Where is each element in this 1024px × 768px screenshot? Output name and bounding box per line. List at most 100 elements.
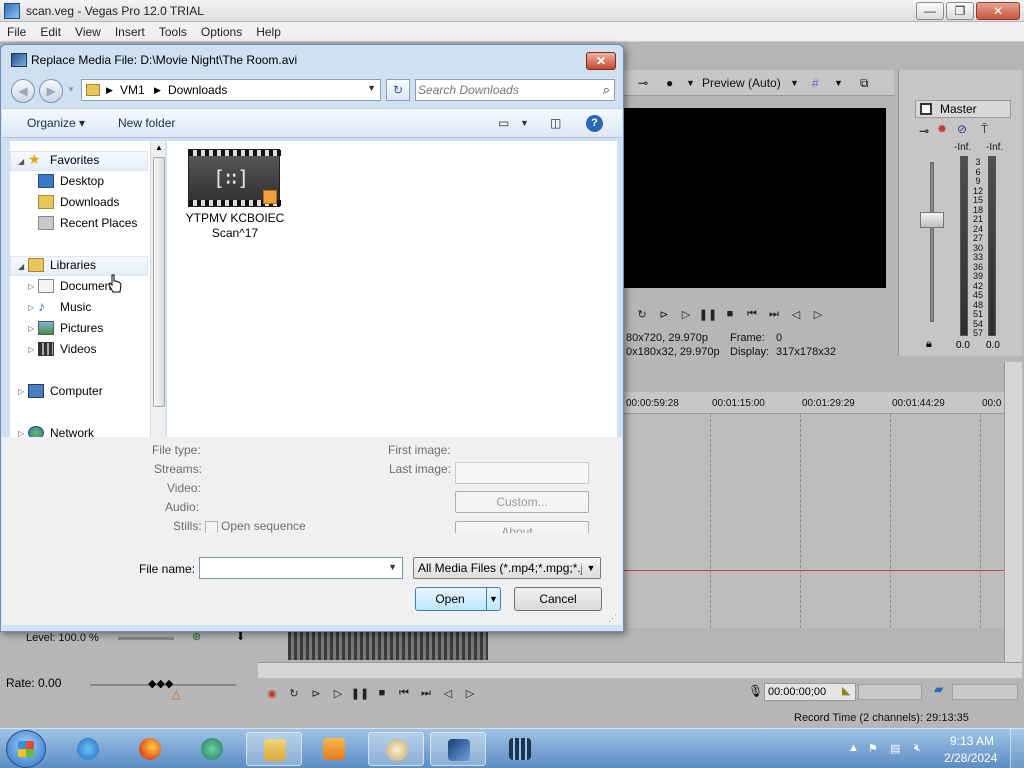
menu-file[interactable]: File	[0, 22, 33, 41]
gear-icon[interactable]: ✹	[937, 122, 947, 136]
dialog-titlebar[interactable]: Replace Media File: D:\Movie Night\The R…	[1, 45, 623, 75]
breadcrumb-downloads[interactable]: Downloads	[168, 83, 227, 97]
organize-button[interactable]: Organize ▾	[27, 116, 85, 130]
lock-icon[interactable]: 🔒︎	[926, 338, 932, 351]
scrollbar-thumb[interactable]	[153, 157, 165, 407]
start-button[interactable]	[6, 730, 46, 768]
timeline-vertical-scrollbar[interactable]	[1004, 362, 1022, 662]
preview-settings-icon[interactable]: ⊸	[638, 76, 648, 90]
master-fader-knob[interactable]	[920, 212, 944, 228]
chevron-down-icon[interactable]: ▼	[520, 118, 529, 128]
go-to-start-icon[interactable]: ⏮	[744, 307, 760, 321]
scroll-up-icon[interactable]: ▲	[155, 143, 163, 152]
selection-end-box[interactable]	[952, 684, 1018, 700]
expand-arrow-icon[interactable]: ▷	[28, 282, 34, 291]
menu-help[interactable]: Help	[249, 22, 288, 41]
previous-frame-icon[interactable]: ◁	[440, 686, 456, 700]
pause-icon[interactable]: ❚❚	[699, 307, 717, 321]
new-folder-button[interactable]: New folder	[118, 116, 175, 130]
chevron-down-icon[interactable]: ▼	[582, 558, 600, 578]
previous-frame-icon[interactable]: ◁	[788, 307, 804, 321]
next-frame-icon[interactable]: ▷	[810, 307, 826, 321]
expand-arrow-icon[interactable]: ▷	[28, 303, 34, 312]
record-icon[interactable]: ◉	[264, 686, 280, 700]
go-to-end-icon[interactable]: ⏭	[418, 686, 434, 700]
flag-icon[interactable]: ⚑	[868, 742, 878, 755]
preview-mode-dropdown[interactable]: Preview (Auto)	[702, 76, 781, 90]
maximize-button[interactable]: ❐	[946, 2, 974, 20]
play-icon[interactable]: ▷	[330, 686, 346, 700]
preview-pane-icon[interactable]: ◫	[550, 116, 561, 130]
timeline-tracks[interactable]	[624, 414, 1004, 628]
help-icon[interactable]: ?	[586, 115, 603, 132]
forward-button[interactable]: ▶	[39, 79, 63, 103]
chevron-down-icon[interactable]: ▼	[367, 83, 376, 93]
file-name-input[interactable]	[203, 560, 379, 576]
collapse-arrow-icon[interactable]: ◢	[18, 157, 24, 166]
taskbar-internet-explorer[interactable]	[60, 732, 116, 766]
menu-insert[interactable]: Insert	[108, 22, 152, 41]
menu-tools[interactable]: Tools	[152, 22, 194, 41]
play-from-start-icon[interactable]: ⊳	[308, 686, 324, 700]
expand-arrow-icon[interactable]: ▷	[18, 387, 24, 396]
fx-icon[interactable]: ⊸	[919, 124, 929, 138]
preview-quality-icon[interactable]: ●	[666, 76, 673, 90]
clock-time[interactable]: 9:13 AM	[950, 734, 994, 748]
play-icon[interactable]: ▷	[678, 307, 694, 321]
open-split-arrow-icon[interactable]: ▼	[486, 588, 500, 610]
minimize-button[interactable]: —	[916, 2, 944, 20]
loop-icon[interactable]: ↻	[634, 307, 650, 321]
taskbar-vegas-pro[interactable]	[430, 732, 486, 766]
file-type-filter-dropdown[interactable]: All Media Files (*.mp4;*.mpg;*.j ▼	[413, 557, 601, 579]
menu-options[interactable]: Options	[194, 22, 249, 41]
search-box[interactable]: ⌕	[415, 79, 615, 101]
recent-locations-icon[interactable]: ▼	[67, 85, 75, 94]
back-button[interactable]: ◀	[11, 79, 35, 103]
overlays-icon[interactable]: #	[812, 76, 819, 90]
chevron-down-icon[interactable]: ▼	[790, 78, 799, 88]
loop-icon[interactable]: ↻	[286, 686, 302, 700]
expand-arrow-icon[interactable]: ▷	[28, 324, 34, 333]
chevron-down-icon[interactable]: ▼	[686, 78, 695, 88]
timeline-ruler[interactable]: 00:00:59:28 00:01:15:00 00:01:29:29 00:0…	[624, 392, 1004, 414]
address-bar[interactable]: ▶ VM1 ▶ Downloads ▼	[81, 79, 381, 101]
show-desktop-button[interactable]	[1010, 729, 1024, 768]
stop-icon[interactable]: ■	[722, 307, 738, 321]
navigation-scrollbar[interactable]: ▲	[150, 141, 165, 437]
custom-button[interactable]: Custom...	[455, 491, 589, 513]
chevron-down-icon[interactable]: ▼	[388, 562, 397, 572]
level-slider[interactable]	[118, 637, 174, 640]
mute-icon[interactable]: ⊘	[957, 122, 967, 136]
dialog-close-button[interactable]: ✕	[586, 52, 616, 70]
menu-edit[interactable]: Edit	[33, 22, 68, 41]
resize-grip-icon[interactable]: ⋰	[608, 613, 617, 624]
play-from-start-icon[interactable]: ⊳	[656, 307, 672, 321]
selection-length-box[interactable]	[858, 684, 922, 700]
taskbar-firefox[interactable]	[122, 732, 178, 766]
pin-icon[interactable]: ⍑	[981, 122, 988, 137]
open-button[interactable]: Open ▼	[415, 587, 501, 611]
master-fader-track[interactable]	[930, 162, 934, 322]
search-input[interactable]	[418, 82, 594, 98]
taskbar-app[interactable]	[184, 732, 240, 766]
stop-icon[interactable]: ■	[374, 686, 390, 700]
breadcrumb-separator[interactable]: ▶	[106, 85, 113, 96]
taskbar-windows-explorer[interactable]	[246, 732, 302, 766]
next-frame-icon[interactable]: ▷	[462, 686, 478, 700]
taskbar-paint[interactable]	[368, 732, 424, 766]
clock-date[interactable]: 2/28/2024	[944, 751, 997, 765]
show-hidden-icons-icon[interactable]: ▲	[848, 742, 859, 754]
cancel-button[interactable]: Cancel	[514, 587, 602, 611]
breadcrumb-vm1[interactable]: VM1	[120, 83, 145, 97]
taskbar-video-app[interactable]	[492, 732, 548, 766]
file-name-combobox[interactable]: ▼	[199, 557, 403, 579]
rate-slider-handle[interactable]: ◆◆◆	[148, 677, 173, 690]
chevron-down-icon[interactable]: ▼	[834, 78, 843, 88]
collapse-arrow-icon[interactable]: ◢	[18, 262, 24, 271]
network-icon[interactable]: ▤	[890, 742, 900, 755]
refresh-button[interactable]: ↻	[386, 79, 410, 101]
pause-icon[interactable]: ❚❚	[351, 686, 369, 700]
file-item[interactable]: [∷] YTPMV KCBOIEC Scan^17	[185, 149, 285, 249]
view-options-icon[interactable]: ▭	[498, 116, 509, 130]
close-button[interactable]: ✕	[976, 2, 1020, 20]
